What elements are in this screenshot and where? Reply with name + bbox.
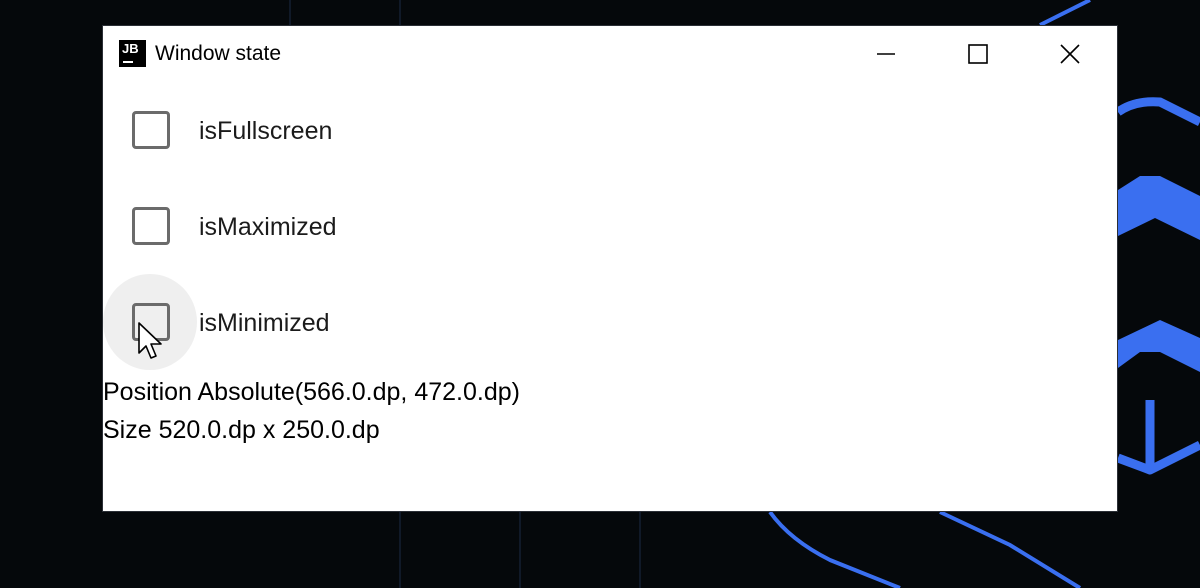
title-bar[interactable]: JB Window state — [103, 26, 1117, 82]
checkbox-row-fullscreen[interactable]: isFullscreen — [103, 82, 503, 178]
close-button[interactable] — [1024, 26, 1116, 82]
maximized-checkbox[interactable] — [132, 207, 170, 245]
mouse-cursor-icon — [138, 322, 162, 359]
app-logo-underline — [123, 61, 133, 63]
desktop: JB Window state isFullscreen isMaximized… — [0, 0, 1200, 588]
minimize-button[interactable] — [840, 26, 932, 82]
maximized-label: isMaximized — [199, 213, 337, 241]
minimized-label: isMinimized — [199, 309, 330, 337]
size-readout: Size 520.0.dp x 250.0.dp — [103, 416, 380, 444]
app-window: JB Window state isFullscreen isMaximized… — [102, 25, 1118, 512]
minimize-icon — [877, 53, 895, 55]
fullscreen-checkbox[interactable] — [132, 111, 170, 149]
app-logo-text: JB — [122, 41, 139, 56]
close-icon — [1060, 44, 1080, 64]
position-readout: Position Absolute(566.0.dp, 472.0.dp) — [103, 378, 520, 406]
fullscreen-label: isFullscreen — [199, 117, 333, 145]
checkbox-row-maximized[interactable]: isMaximized — [103, 178, 503, 274]
window-title: Window state — [155, 42, 282, 65]
maximize-button[interactable] — [932, 26, 1024, 82]
maximize-icon — [968, 44, 988, 64]
app-logo-icon: JB — [119, 40, 146, 67]
